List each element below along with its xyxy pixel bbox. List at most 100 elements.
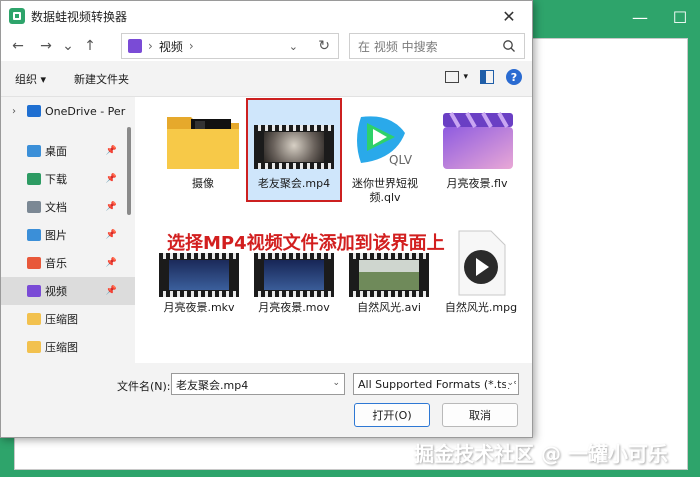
- folder-icon: [27, 341, 41, 353]
- sidebar-item-label: 文档: [45, 201, 67, 214]
- film-holes-bottom: [254, 163, 334, 169]
- dialog-footer: 文件名(N): 老友聚会.mp4 ⌄ All Supported Formats…: [1, 365, 532, 437]
- view-mode-icon[interactable]: [445, 71, 460, 83]
- view-controls: ▾ ?: [445, 69, 522, 85]
- clapperboard-icon: [437, 107, 517, 173]
- breadcrumb-video[interactable]: 视频: [159, 38, 183, 55]
- video-thumbnail-icon: [254, 107, 334, 173]
- sidebar-item-label: 图片: [45, 229, 67, 242]
- search-icon: [503, 40, 515, 52]
- cloud-icon: [27, 105, 41, 117]
- filename-dropdown-icon[interactable]: ⌄: [332, 378, 340, 388]
- navigation-pane: › OneDrive - Per 桌面 📌 下载 📌 文档 📌 图片 📌 音乐 📌 视频 📌 压缩图 压缩图: [1, 97, 135, 363]
- film-strip: [254, 253, 334, 297]
- sidebar-item-label: 桌面: [45, 145, 67, 158]
- pin-icon: 📌: [105, 286, 117, 296]
- film-holes-bottom: [159, 291, 239, 297]
- sidebar-item[interactable]: 音乐 📌: [1, 249, 135, 277]
- film-frame: [264, 132, 324, 162]
- dialog-titlebar: 数据蛙视频转换器 ✕: [1, 1, 532, 31]
- file-name: 月亮夜景.mov: [258, 301, 330, 314]
- file-name: 摄像: [192, 177, 214, 190]
- pin-icon: 📌: [105, 174, 117, 184]
- sidebar-item-label: 下载: [45, 173, 67, 186]
- sidebar-item-label: 音乐: [45, 257, 67, 270]
- sidebar-item-label: 视频: [45, 285, 67, 298]
- maximize-button[interactable]: ☐: [660, 0, 700, 34]
- sidebar-item[interactable]: 文档 📌: [1, 193, 135, 221]
- refresh-button[interactable]: ↻: [318, 38, 330, 54]
- help-icon[interactable]: ?: [506, 69, 522, 85]
- file-name: 自然风光.avi: [357, 301, 421, 314]
- dialog-title: 数据蛙视频转换器: [31, 9, 128, 24]
- file-name: 自然风光.mpg: [444, 301, 518, 314]
- folder-icon: [27, 313, 41, 325]
- file-item-mkv[interactable]: 月亮夜景.mkv: [155, 253, 243, 315]
- search-input[interactable]: 在 视频 中搜索: [349, 33, 525, 59]
- filename-value: 老友聚会.mp4: [176, 379, 249, 392]
- expand-chevron-icon[interactable]: ›: [7, 106, 21, 117]
- file-name: 老友聚会.mp4: [257, 177, 331, 190]
- sidebar-item-label: 压缩图: [45, 313, 78, 326]
- file-item-avi[interactable]: 自然风光.avi: [345, 253, 433, 315]
- forward-button[interactable]: →: [35, 35, 57, 57]
- film-strip: [349, 253, 429, 297]
- sidebar-item-label: 压缩图: [45, 341, 78, 354]
- sidebar-list: › OneDrive - Per 桌面 📌 下载 📌 文档 📌 图片 📌 音乐 📌 视频 📌 压缩图 压缩图: [1, 97, 135, 361]
- file-item-flv[interactable]: 月亮夜景.flv: [433, 107, 521, 191]
- file-item-folder[interactable]: 摄像: [159, 107, 247, 191]
- search-placeholder: 在 视频 中搜索: [358, 39, 438, 54]
- folder-icon: [165, 107, 241, 173]
- open-button[interactable]: 打开(O): [354, 403, 430, 427]
- new-folder-button[interactable]: 新建文件夹: [74, 71, 129, 87]
- organize-menu[interactable]: 组织 ▾: [15, 71, 46, 87]
- filename-field[interactable]: 老友聚会.mp4 ⌄: [171, 373, 345, 395]
- file-item-mov[interactable]: 月亮夜景.mov: [250, 253, 338, 315]
- pin-icon: 📌: [105, 258, 117, 268]
- address-dropdown-icon[interactable]: ⌄: [289, 40, 298, 53]
- view-dropdown-icon[interactable]: ▾: [463, 72, 468, 82]
- cancel-button[interactable]: 取消: [442, 403, 518, 427]
- sidebar-item[interactable]: 图片 📌: [1, 221, 135, 249]
- sidebar-item[interactable]: 压缩图: [1, 333, 135, 361]
- filetype-select[interactable]: All Supported Formats (*.ts;* ⌄: [353, 373, 519, 395]
- pin-icon: 📌: [105, 230, 117, 240]
- file-name: 月亮夜景.flv: [446, 177, 508, 190]
- background-window-controls: — ☐: [620, 0, 700, 34]
- film-strip: [254, 125, 334, 169]
- tencent-video-icon: QLV: [347, 107, 423, 173]
- sidebar-item-label: OneDrive - Per: [45, 104, 126, 118]
- back-button[interactable]: ←: [7, 35, 29, 57]
- film-strip: [159, 253, 239, 297]
- filetype-dropdown-icon[interactable]: ⌄: [506, 378, 514, 388]
- document-icon: [27, 201, 41, 213]
- qlv-badge: QLV: [389, 153, 413, 167]
- file-item-mpg[interactable]: 自然风光.mpg: [437, 229, 525, 315]
- video-thumbnail-icon: [349, 253, 429, 297]
- address-bar[interactable]: › 视频 › ⌄ ↻: [121, 33, 339, 59]
- command-toolbar: 组织 ▾ 新建文件夹 ▾ ?: [1, 61, 532, 97]
- filetype-value: All Supported Formats (*.ts;*: [358, 378, 517, 391]
- pin-icon: 📌: [105, 146, 117, 156]
- up-button[interactable]: ↑: [79, 35, 101, 57]
- film-holes-bottom: [349, 291, 429, 297]
- sidebar-item[interactable]: 压缩图: [1, 305, 135, 333]
- recent-locations-button[interactable]: ⌄: [57, 35, 79, 57]
- navigation-bar: ← → ⌄ ↑ › 视频 › ⌄ ↻ 在 视频 中搜索: [1, 31, 532, 61]
- close-button[interactable]: ✕: [486, 1, 532, 31]
- file-item-mp4[interactable]: 老友聚会.mp4: [250, 107, 338, 191]
- preview-pane-icon[interactable]: [480, 70, 494, 84]
- sidebar-item[interactable]: › OneDrive - Per: [1, 97, 135, 125]
- file-name: 月亮夜景.mkv: [163, 301, 235, 314]
- sidebar-item[interactable]: 下载 📌: [1, 165, 135, 193]
- watermark-text: 掘金技术社区 @ 一罐小可乐: [414, 442, 668, 466]
- pin-icon: 📌: [105, 202, 117, 212]
- file-item-qlv[interactable]: QLV 迷你世界短视频.qlv: [341, 107, 429, 205]
- minimize-button[interactable]: —: [620, 0, 660, 34]
- film-frame: [359, 260, 419, 290]
- sidebar-item[interactable]: 视频 📌: [1, 277, 135, 305]
- sidebar-item[interactable]: 桌面 📌: [1, 137, 135, 165]
- download-icon: [27, 173, 41, 185]
- picture-icon: [27, 229, 41, 241]
- film-frame: [169, 260, 229, 290]
